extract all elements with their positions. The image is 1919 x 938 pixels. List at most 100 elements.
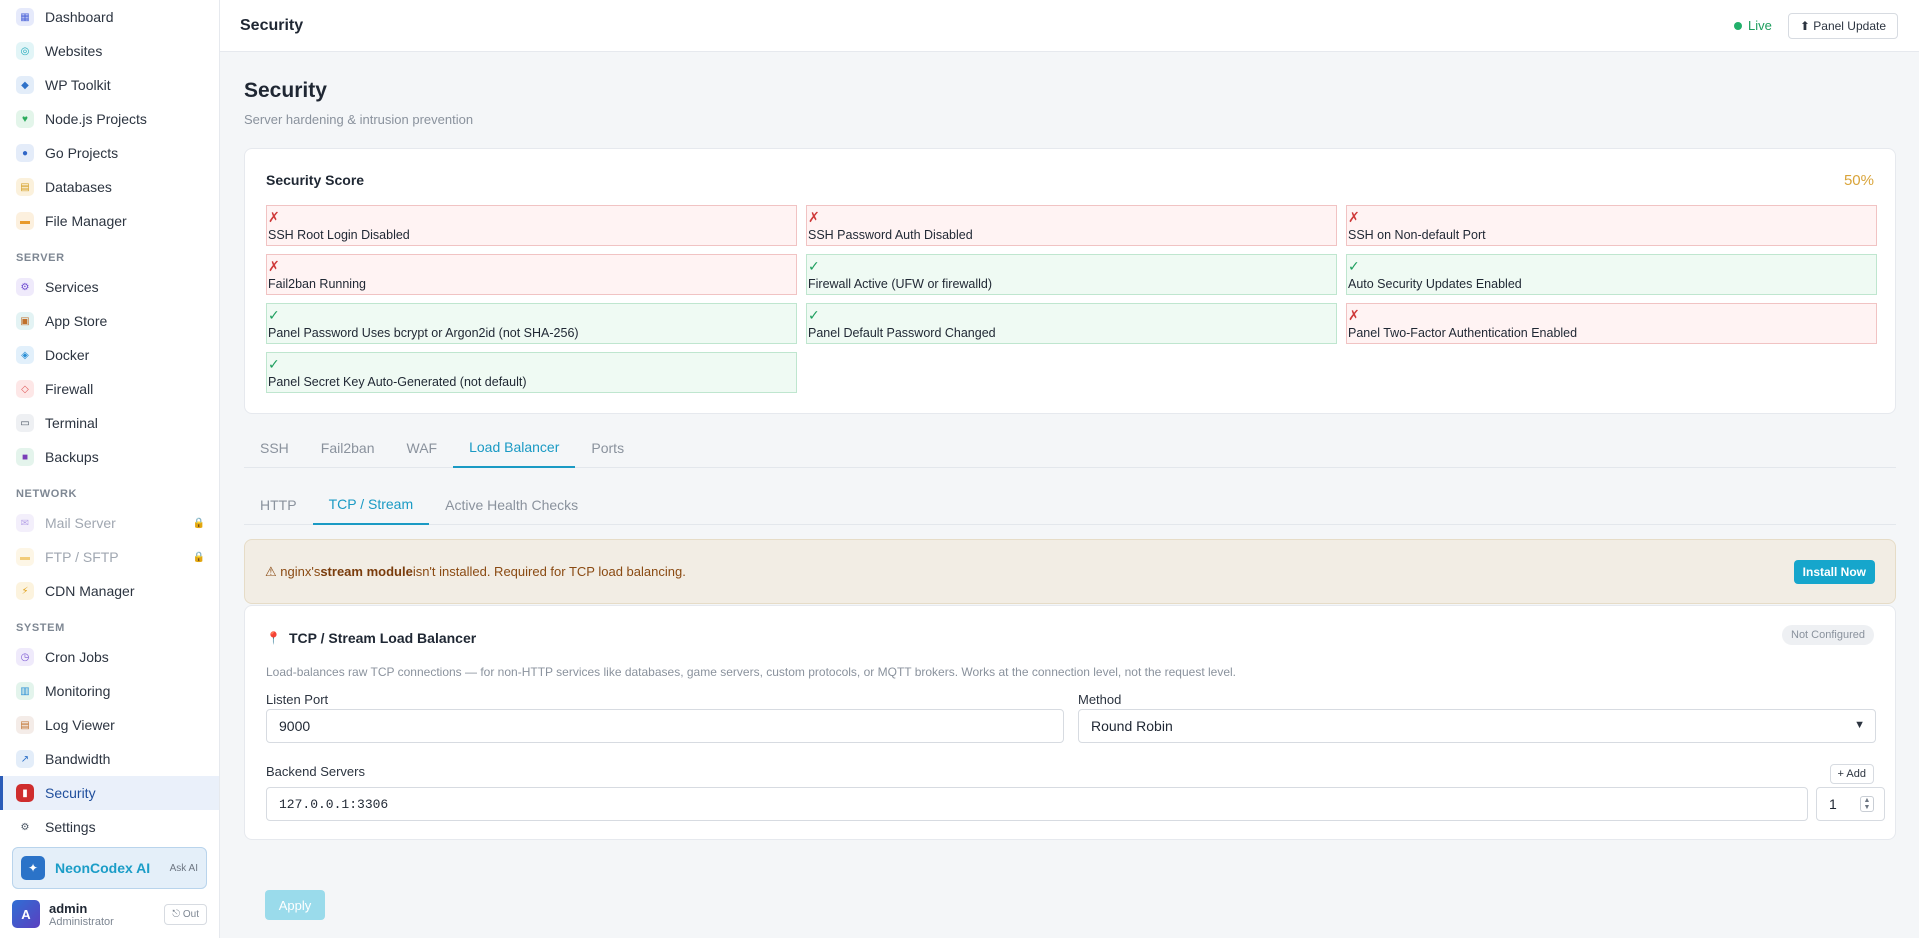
folder-icon: ▬ xyxy=(16,212,34,230)
avatar[interactable]: A xyxy=(12,900,40,928)
sidebar-item-label: Security xyxy=(45,785,96,801)
sidebar-item-monitoring[interactable]: ▥ Monitoring xyxy=(0,674,219,708)
lock-icon: 🔒 xyxy=(192,517,205,529)
sidebar-item-label: Databases xyxy=(45,179,112,195)
gear-icon: ⚙ xyxy=(16,818,34,836)
docker-icon: ◈ xyxy=(16,346,34,364)
ftp-icon: ▬ xyxy=(16,548,34,566)
tab-fail2ban[interactable]: Fail2ban xyxy=(305,427,391,468)
install-now-button[interactable]: Install Now xyxy=(1793,559,1875,584)
security-check-label: Panel Two-Factor Authentication Enabled xyxy=(1348,326,1578,340)
cross-icon: ✗ xyxy=(1348,307,1360,323)
sidebar-item-label: WP Toolkit xyxy=(45,77,111,93)
security-check-label: Firewall Active (UFW or firewalld) xyxy=(808,277,993,291)
tab-load-balancer[interactable]: Load Balancer xyxy=(453,427,576,468)
add-backend-button[interactable]: + Add xyxy=(1829,764,1874,784)
warning-bold: stream module xyxy=(320,564,413,579)
tab-lb-active-health-checks[interactable]: Active Health Checks xyxy=(429,484,594,525)
weight-value: 1 xyxy=(1829,796,1837,812)
status-badge: Not Configured xyxy=(1782,625,1874,645)
sidebar-item-firewall[interactable]: ◇ Firewall xyxy=(0,372,219,406)
listen-port-input[interactable]: 9000 xyxy=(266,709,1064,743)
security-check-item: ✓ Firewall Active (UFW or firewalld) xyxy=(806,254,1337,295)
sidebar-item-bandwidth[interactable]: ↗ Bandwidth xyxy=(0,742,219,776)
sidebar-item-terminal[interactable]: ▭ Terminal xyxy=(0,406,219,440)
sidebar-item-mail-server[interactable]: ✉ Mail Server 🔒 xyxy=(0,506,219,540)
sidebar-item-label: Terminal xyxy=(45,415,98,431)
lb-description: Load-balances raw TCP connections — for … xyxy=(266,665,1236,679)
logout-button[interactable]: ⎋ Out xyxy=(164,903,207,925)
tab-ports[interactable]: Ports xyxy=(575,427,640,468)
sidebar-item-node-js-projects[interactable]: ♥ Node.js Projects xyxy=(0,102,219,136)
sidebar-item-docker[interactable]: ◈ Docker xyxy=(0,338,219,372)
live-label: Live xyxy=(1748,18,1772,33)
security-check-label: Panel Password Uses bcrypt or Argon2id (… xyxy=(268,326,579,340)
sidebar-item-settings[interactable]: ⚙ Settings xyxy=(0,810,219,844)
security-check-item: ✓ Auto Security Updates Enabled xyxy=(1346,254,1877,295)
header-title: Security xyxy=(240,16,304,34)
bandwidth-icon: ↗ xyxy=(16,750,34,768)
sidebar-item-security[interactable]: ▮ Security xyxy=(0,776,219,810)
tab-ssh[interactable]: SSH xyxy=(244,427,305,468)
security-tabs: SSH Fail2ban WAF Load Balancer Ports xyxy=(244,427,1896,468)
sidebar-item-label: FTP / SFTP xyxy=(45,549,119,565)
panel-update-button[interactable]: ⬆ Panel Update xyxy=(1787,12,1898,39)
sidebar-item-ftp-sftp[interactable]: ▬ FTP / SFTP 🔒 xyxy=(0,540,219,574)
ai-assistant-card[interactable]: ✦ NeonCodex AI Ask AI xyxy=(12,847,207,889)
sidebar-item-cron-jobs[interactable]: ◷ Cron Jobs xyxy=(0,640,219,674)
warning-prefix: ⚠ nginx's xyxy=(265,563,321,579)
method-select[interactable]: Round Robin ▼ xyxy=(1078,709,1876,743)
save-icon: ■ xyxy=(16,448,34,466)
lock-icon: 🔒 xyxy=(192,551,205,563)
tab-waf[interactable]: WAF xyxy=(391,427,454,468)
method-label: Method xyxy=(1078,692,1122,707)
wordpress-icon: ◆ xyxy=(16,76,34,94)
lightning-icon: ⚡ xyxy=(16,582,34,600)
checks-grid: ✗ SSH Root Login Disabled ✗ SSH Password Au… xyxy=(266,205,1878,393)
sidebar-item-label: Node.js Projects xyxy=(45,111,147,127)
load-balancer-tabs: HTTP TCP / Stream Active Health Checks xyxy=(244,484,1896,525)
section-server: SERVER xyxy=(16,252,65,264)
apply-button[interactable]: Apply xyxy=(265,890,325,920)
sidebar-item-file-manager[interactable]: ▬ File Manager xyxy=(0,204,219,238)
sidebar-item-go-projects[interactable]: ● Go Projects xyxy=(0,136,219,170)
lb-title-text: TCP / Stream Load Balancer xyxy=(288,630,477,646)
sidebar-item-websites[interactable]: ◎ Websites xyxy=(0,34,219,68)
log-icon: ▤ xyxy=(16,716,34,734)
tab-lb-http[interactable]: HTTP xyxy=(244,484,313,525)
dashboard-icon: ▦ xyxy=(16,8,34,26)
stepper-icon[interactable]: ▲ ▼ xyxy=(1860,796,1874,812)
shield-icon: ◇ xyxy=(16,380,34,398)
nav-group-server: ⚙ Services ▣ App Store ◈ Docker ◇ Firewall ▭ Term… xyxy=(0,270,219,474)
backend-server-input[interactable]: 127.0.0.1:3306 xyxy=(266,787,1808,821)
tab-lb-tcp-stream[interactable]: TCP / Stream xyxy=(312,484,430,525)
sidebar-item-label: Settings xyxy=(45,819,96,835)
chevron-down-icon: ▼ xyxy=(1854,719,1865,731)
sidebar-item-wp-toolkit[interactable]: ◆ WP Toolkit xyxy=(0,68,219,102)
ai-name: NeonCodex AI xyxy=(55,860,151,876)
warning-suffix: isn't installed. Required for TCP load b… xyxy=(412,564,686,579)
section-system: SYSTEM xyxy=(16,622,65,634)
sidebar-item-dashboard[interactable]: ▦ Dashboard xyxy=(0,0,219,34)
security-check-item: ✓ Panel Secret Key Auto-Generated (not de… xyxy=(266,352,797,393)
security-check-item: ✗ SSH Password Auth Disabled xyxy=(806,205,1337,246)
sidebar-item-databases[interactable]: ▤ Databases xyxy=(0,170,219,204)
weight-input[interactable]: 1 ▲ ▼ xyxy=(1816,787,1885,821)
sidebar-item-cdn-manager[interactable]: ⚡ CDN Manager xyxy=(0,574,219,608)
nodejs-icon: ♥ xyxy=(16,110,34,128)
sidebar-item-label: Docker xyxy=(45,347,90,363)
page-title: Security xyxy=(244,79,327,102)
ask-ai-label: Ask AI xyxy=(169,862,198,874)
package-icon: ▣ xyxy=(16,312,34,330)
sidebar-item-label: Mail Server xyxy=(45,515,116,531)
sidebar-item-log-viewer[interactable]: ▤ Log Viewer xyxy=(0,708,219,742)
sidebar-item-services[interactable]: ⚙ Services xyxy=(0,270,219,304)
sidebar-item-backups[interactable]: ■ Backups xyxy=(0,440,219,474)
page-subtitle: Server hardening & intrusion prevention xyxy=(244,112,474,127)
sidebar-item-app-store[interactable]: ▣ App Store xyxy=(0,304,219,338)
mail-icon: ✉ xyxy=(16,514,34,532)
globe-icon: ◎ xyxy=(16,42,34,60)
database-icon: ▤ xyxy=(16,178,34,196)
check-icon: ✓ xyxy=(268,307,280,323)
live-dot-icon xyxy=(1734,21,1743,30)
